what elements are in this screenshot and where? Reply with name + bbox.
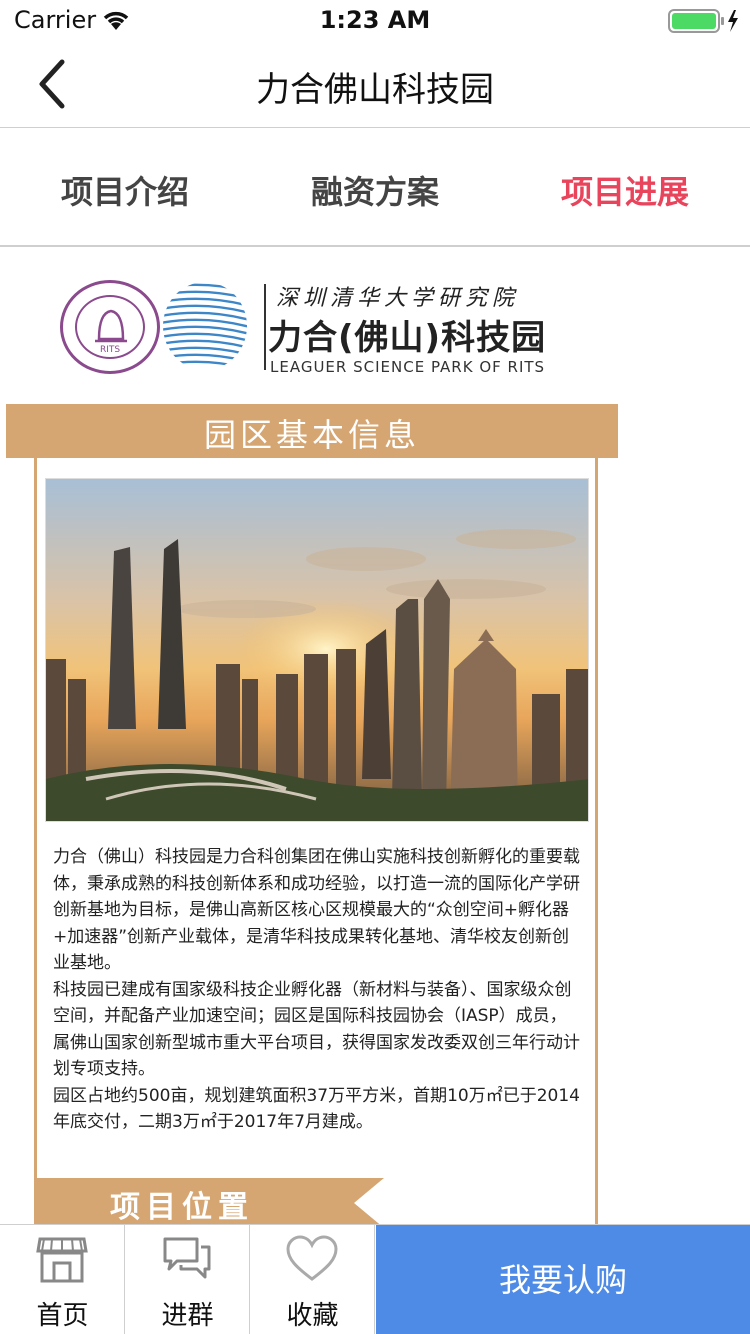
section-banner: 园区基本信息	[6, 404, 618, 458]
park-logo: RITS 深圳清华大学研究院 力合(佛山)科技园 LEAGUER SCIENCE…	[60, 278, 580, 378]
seal-text: RITS	[99, 345, 121, 355]
park-name-cn: 力合(佛山)科技园	[268, 318, 547, 358]
globe-logo-icon	[163, 283, 247, 370]
description-paragraph: 园区占地约500亩，规划建筑面积37万平方米，首期10万㎡已于2014年底交付，…	[53, 1085, 580, 1133]
subscribe-button[interactable]: 我要认购	[376, 1225, 750, 1334]
section-title: 园区基本信息	[203, 416, 420, 454]
tabbar-home[interactable]: 首页	[0, 1225, 125, 1334]
park-description: 力合（佛山）科技园是力合科创集团在佛山实施科技创新孵化的重要载体，秉承成熟的科技…	[53, 844, 583, 1136]
heart-icon	[286, 1235, 338, 1281]
institute-calligraphy: 深圳清华大学研究院	[276, 286, 520, 311]
logo-divider	[264, 284, 266, 370]
tab-financing-plan[interactable]: 融资方案	[250, 167, 500, 213]
university-seal-logo: RITS	[60, 280, 160, 374]
info-card: 力合（佛山）科技园是力合科创集团在佛山实施科技创新孵化的重要载体，秉承成熟的科技…	[34, 458, 598, 1224]
tabbar-favorite-label: 收藏	[286, 1301, 339, 1331]
tabbar-home-label: 首页	[36, 1301, 89, 1331]
store-icon	[36, 1237, 88, 1283]
segment-tabs: 项目介绍 融资方案 项目进展	[0, 129, 750, 247]
tab-project-progress[interactable]: 项目进展	[500, 167, 750, 213]
location-title: 项目位置	[110, 1190, 254, 1224]
description-paragraph: 科技园已建成有国家级科技企业孵化器（新材料与装备）、国家级众创空间，并配备产业加…	[53, 979, 580, 1080]
park-name-en: LEAGUER SCIENCE PARK OF RITS	[270, 358, 546, 376]
tab-project-intro[interactable]: 项目介绍	[0, 167, 250, 213]
location-banner: 项目位置	[34, 1178, 384, 1224]
battery-icon	[668, 9, 738, 33]
bell-icon	[95, 309, 127, 343]
description-paragraph: 力合（佛山）科技园是力合科创集团在佛山实施科技创新孵化的重要载体，秉承成熟的科技…	[53, 847, 580, 973]
park-skyline-photo	[45, 478, 589, 822]
tabbar-group-label: 进群	[161, 1301, 214, 1331]
status-bar: Carrier 1:23 AM	[0, 0, 750, 40]
chat-icon	[163, 1237, 211, 1279]
bottom-tab-bar: 首页 进群 收藏 我要认购	[0, 1224, 750, 1334]
navigation-bar: 力合佛山科技园	[0, 40, 750, 128]
clock: 1:23 AM	[319, 6, 431, 34]
tabbar-group[interactable]: 进群	[125, 1225, 250, 1334]
tabbar-favorite[interactable]: 收藏	[250, 1225, 375, 1334]
content-area[interactable]: RITS 深圳清华大学研究院 力合(佛山)科技园 LEAGUER SCIENCE…	[0, 248, 750, 1224]
page-title: 力合佛山科技园	[256, 70, 494, 110]
